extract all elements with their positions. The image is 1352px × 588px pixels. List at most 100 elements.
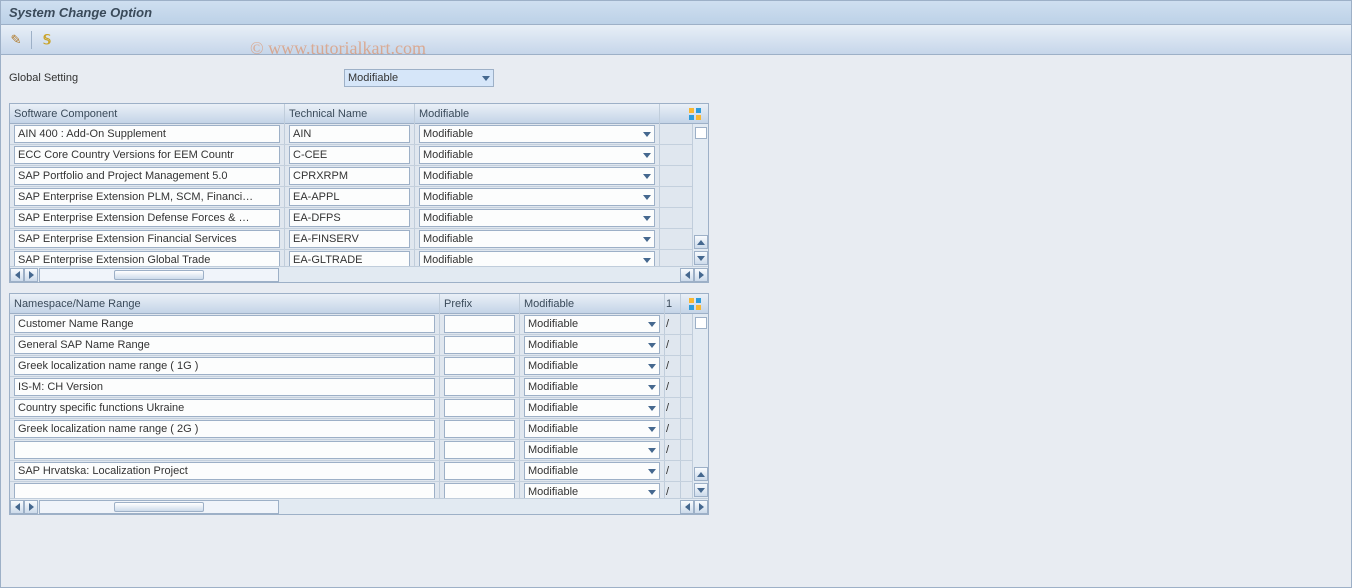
- namespace-input[interactable]: [14, 441, 435, 459]
- cell-modifiable: Modifiable: [520, 398, 665, 418]
- scrollbar-thumb[interactable]: [114, 270, 204, 280]
- prefix-input[interactable]: [444, 462, 515, 480]
- software-component-input[interactable]: [14, 230, 280, 248]
- prefix-input[interactable]: [444, 357, 515, 375]
- prefix-input[interactable]: [444, 441, 515, 459]
- cell-namespace: [10, 419, 440, 439]
- scroll-up-button[interactable]: [694, 235, 708, 249]
- modifiable-select[interactable]: Modifiable: [524, 441, 660, 459]
- chevron-down-icon: [643, 132, 651, 137]
- select-all-checkbox[interactable]: [695, 127, 707, 139]
- scrollbar-track[interactable]: [39, 500, 279, 514]
- namespace-input[interactable]: [14, 336, 435, 354]
- toolbar-form-button[interactable]: 𝕊: [36, 29, 58, 51]
- vertical-scrollbar[interactable]: [692, 314, 708, 498]
- modifiable-select[interactable]: Modifiable: [524, 420, 660, 438]
- cell-technical-name: [285, 124, 415, 144]
- col-prefix[interactable]: Prefix: [440, 294, 520, 314]
- technical-name-input[interactable]: [289, 167, 410, 185]
- namespace-input[interactable]: [14, 420, 435, 438]
- technical-name-input[interactable]: [289, 209, 410, 227]
- toolbar-edit-button[interactable]: ✎: [5, 29, 27, 51]
- software-component-input[interactable]: [14, 125, 280, 143]
- chevron-down-icon: [648, 469, 656, 474]
- modifiable-select[interactable]: Modifiable: [419, 125, 655, 143]
- modifiable-select[interactable]: Modifiable: [419, 230, 655, 248]
- chevron-down-icon: [643, 216, 651, 221]
- scroll-down-button[interactable]: [694, 251, 708, 265]
- modifiable-select[interactable]: Modifiable: [419, 188, 655, 206]
- cell-software-component: [10, 124, 285, 144]
- chevron-down-icon: [648, 322, 656, 327]
- table-row: Modifiable/: [10, 377, 708, 398]
- modifiable-select[interactable]: Modifiable: [524, 336, 660, 354]
- scrollbar-thumb[interactable]: [114, 502, 204, 512]
- scroll-left-end-button[interactable]: [680, 268, 694, 282]
- technical-name-input[interactable]: [289, 125, 410, 143]
- technical-name-input[interactable]: [289, 188, 410, 206]
- scroll-right-end-button[interactable]: [694, 268, 708, 282]
- modifiable-select[interactable]: Modifiable: [524, 462, 660, 480]
- chevron-down-icon: [643, 237, 651, 242]
- chevron-down-icon: [648, 406, 656, 411]
- prefix-input[interactable]: [444, 336, 515, 354]
- select-all-checkbox[interactable]: [695, 317, 707, 329]
- cell-technical-name: [285, 187, 415, 207]
- namespace-input[interactable]: [14, 378, 435, 396]
- modifiable-select[interactable]: Modifiable: [419, 209, 655, 227]
- scroll-left-button[interactable]: [10, 500, 24, 514]
- software-component-input[interactable]: [14, 167, 280, 185]
- scroll-down-button[interactable]: [694, 483, 708, 497]
- prefix-input[interactable]: [444, 315, 515, 333]
- window-title: System Change Option: [9, 5, 152, 20]
- table-header: Software Component Technical Name Modifi…: [10, 104, 708, 124]
- software-component-input[interactable]: [14, 209, 280, 227]
- cell-modifiable: Modifiable: [415, 166, 660, 186]
- scroll-right-button[interactable]: [24, 268, 38, 282]
- prefix-input[interactable]: [444, 378, 515, 396]
- cell-modifiable: Modifiable: [415, 145, 660, 165]
- technical-name-input[interactable]: [289, 230, 410, 248]
- chevron-down-icon: [643, 195, 651, 200]
- cell-suffix: /: [665, 356, 681, 376]
- technical-name-input[interactable]: [289, 146, 410, 164]
- namespace-input[interactable]: [14, 357, 435, 375]
- vertical-scrollbar[interactable]: [692, 124, 708, 266]
- config-icon: [689, 298, 701, 310]
- namespace-input[interactable]: [14, 462, 435, 480]
- scroll-left-end-button[interactable]: [680, 500, 694, 514]
- prefix-input[interactable]: [444, 399, 515, 417]
- modifiable-select[interactable]: Modifiable: [524, 315, 660, 333]
- cell-prefix: [440, 314, 520, 334]
- col-suffix: 1: [665, 294, 681, 314]
- col-software-component[interactable]: Software Component: [10, 104, 285, 124]
- col-modifiable[interactable]: Modifiable: [415, 104, 660, 124]
- scroll-right-end-button[interactable]: [694, 500, 708, 514]
- modifiable-select[interactable]: Modifiable: [524, 378, 660, 396]
- software-component-input[interactable]: [14, 146, 280, 164]
- modifiable-select[interactable]: Modifiable: [524, 357, 660, 375]
- scrollbar-track[interactable]: [39, 268, 279, 282]
- col-technical-name[interactable]: Technical Name: [285, 104, 415, 124]
- software-component-input[interactable]: [14, 188, 280, 206]
- modifiable-select[interactable]: Modifiable: [419, 146, 655, 164]
- col-namespace[interactable]: Namespace/Name Range: [10, 294, 440, 314]
- modifiable-select[interactable]: Modifiable: [524, 399, 660, 417]
- cell-namespace: [10, 461, 440, 481]
- modifiable-select[interactable]: Modifiable: [419, 167, 655, 185]
- prefix-input[interactable]: [444, 420, 515, 438]
- scroll-up-button[interactable]: [694, 467, 708, 481]
- col-config[interactable]: [681, 294, 708, 314]
- col-modifiable[interactable]: Modifiable: [520, 294, 665, 314]
- scroll-left-button[interactable]: [10, 268, 24, 282]
- config-icon: [689, 108, 701, 120]
- col-config[interactable]: [660, 104, 708, 124]
- table-row: Modifiable: [10, 229, 708, 250]
- cell-suffix: /: [665, 398, 681, 418]
- namespace-input[interactable]: [14, 399, 435, 417]
- namespace-input[interactable]: [14, 315, 435, 333]
- global-setting-select[interactable]: Modifiable: [344, 69, 494, 87]
- chevron-down-icon: [648, 448, 656, 453]
- cell-modifiable: Modifiable: [520, 461, 665, 481]
- scroll-right-button[interactable]: [24, 500, 38, 514]
